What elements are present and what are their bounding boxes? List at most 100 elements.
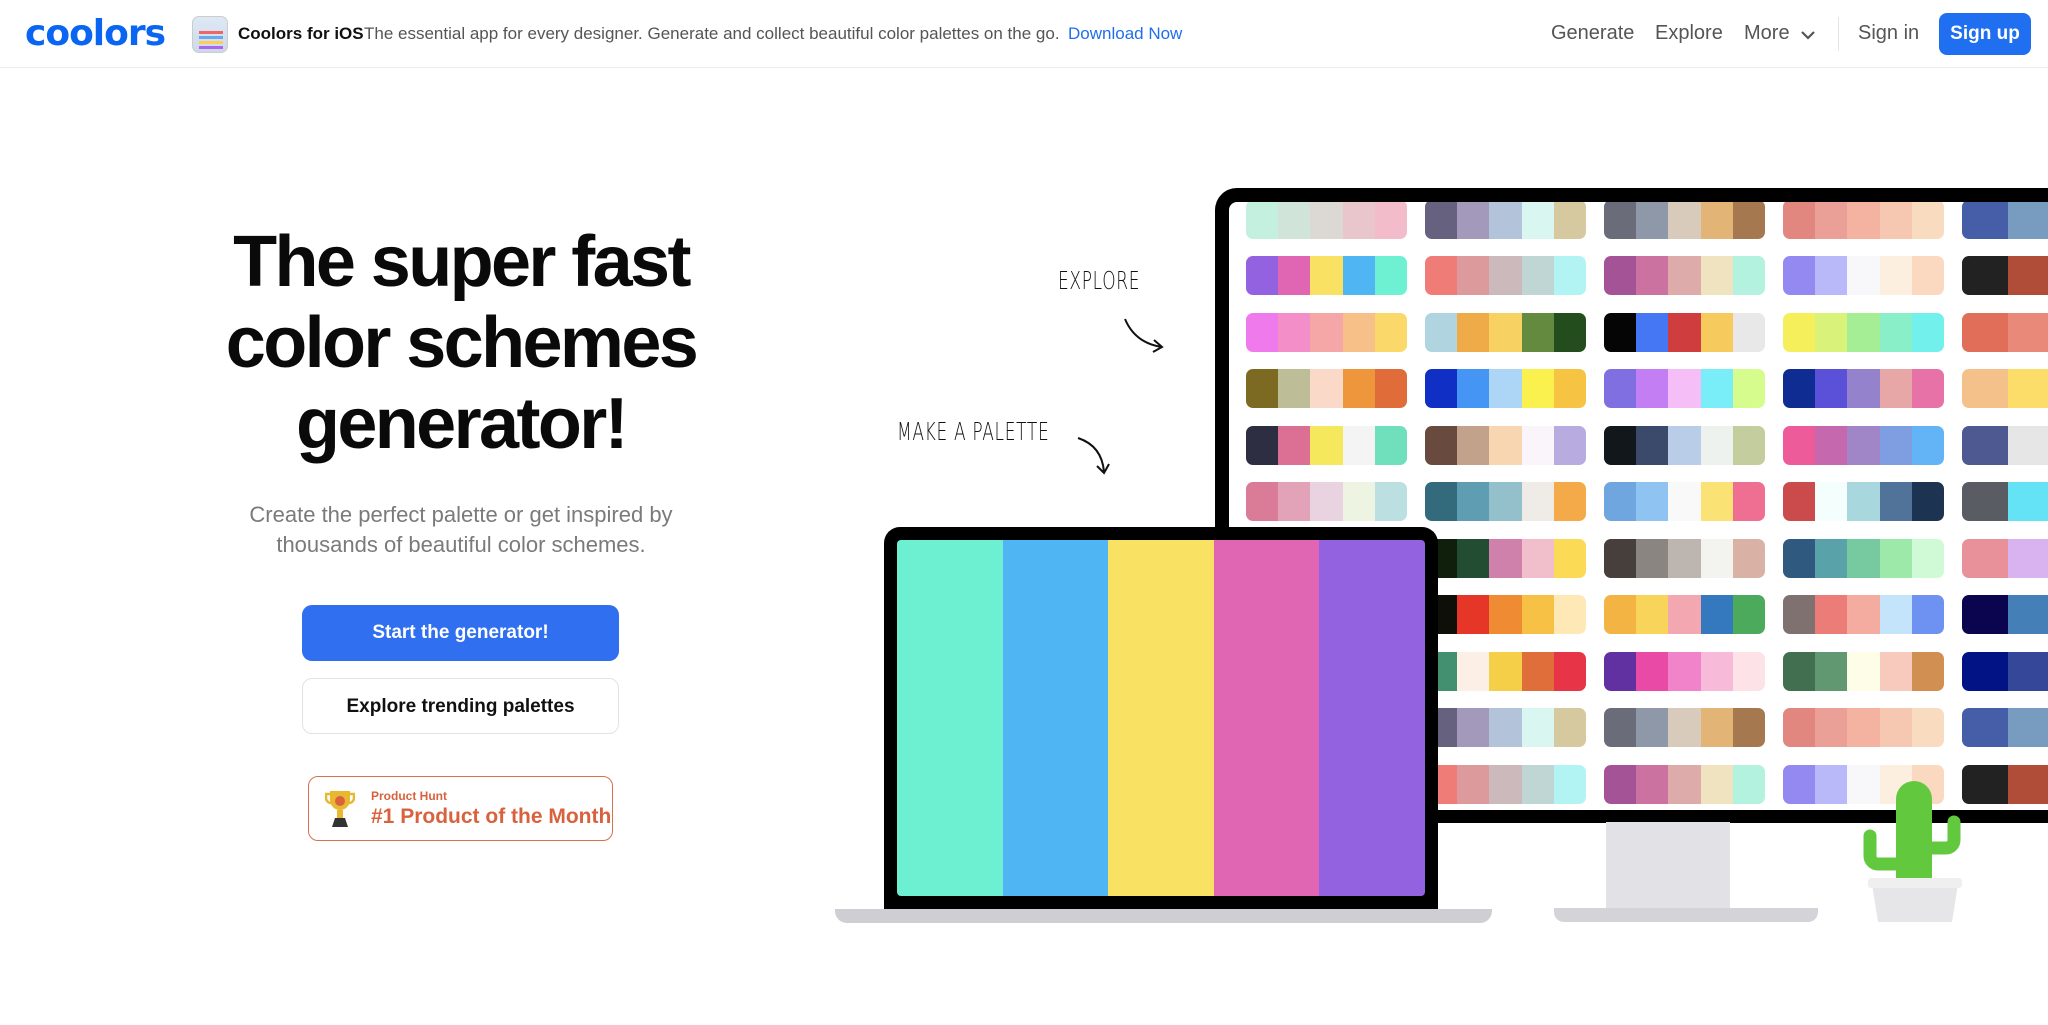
color-swatch <box>1553 425 1586 465</box>
headline-line: The super fast <box>233 222 691 302</box>
color-swatch <box>1246 312 1279 352</box>
sign-up-button[interactable]: Sign up <box>1939 13 2031 55</box>
palette-card <box>1783 425 1944 465</box>
color-swatch <box>1342 312 1375 352</box>
color-swatch <box>1278 425 1311 465</box>
chevron-down-icon[interactable] <box>1800 29 1816 41</box>
color-swatch <box>1911 595 1944 634</box>
color-swatch <box>1310 425 1343 465</box>
sign-in-link[interactable]: Sign in <box>1858 22 1919 45</box>
color-swatch <box>2007 651 2048 691</box>
color-swatch <box>1636 482 1669 521</box>
color-swatch <box>1278 312 1311 352</box>
palette-card <box>1962 425 2048 465</box>
palette-card <box>1783 202 1944 239</box>
nav-generate[interactable]: Generate <box>1551 22 1634 45</box>
palette-card <box>1425 482 1586 521</box>
explore-trending-button[interactable]: Explore trending palettes <box>302 678 619 734</box>
color-swatch <box>1847 425 1880 465</box>
color-swatch <box>1457 312 1490 352</box>
color-swatch <box>1700 202 1733 239</box>
color-swatch <box>1783 482 1816 521</box>
color-swatch <box>1847 312 1880 352</box>
color-swatch <box>1783 312 1816 352</box>
product-hunt-badge[interactable]: Product Hunt #1 Product of the Month <box>308 776 613 841</box>
color-swatch <box>1636 595 1669 634</box>
palette-card <box>1604 202 1765 239</box>
color-swatch <box>1732 202 1765 239</box>
ios-promo-description: The essential app for every designer. Ge… <box>364 24 1060 43</box>
color-swatch <box>1847 708 1880 747</box>
color-swatch <box>1342 425 1375 465</box>
ios-app-icon[interactable] <box>192 16 228 53</box>
color-swatch <box>1246 369 1279 408</box>
color-swatch <box>1700 482 1733 521</box>
color-swatch <box>1847 369 1880 408</box>
palette-card <box>1246 425 1407 465</box>
color-swatch <box>1636 708 1669 747</box>
color-swatch <box>1374 369 1407 408</box>
color-swatch <box>1879 708 1912 747</box>
color-swatch <box>2007 764 2048 804</box>
color-swatch <box>1668 764 1701 804</box>
color-swatch <box>1815 482 1848 521</box>
color-swatch <box>1668 708 1701 747</box>
color-swatch <box>1457 425 1490 465</box>
color-swatch <box>1732 651 1765 691</box>
color-swatch <box>1246 202 1279 239</box>
color-swatch <box>1700 369 1733 408</box>
explore-annotation: EXPLORE <box>1058 266 1141 295</box>
color-swatch <box>1553 312 1586 352</box>
color-swatch <box>1700 708 1733 747</box>
nav-explore[interactable]: Explore <box>1655 22 1723 45</box>
palette-card <box>1962 312 2048 352</box>
color-swatch <box>1489 651 1522 691</box>
color-swatch <box>1962 651 2008 691</box>
color-swatch <box>1636 202 1669 239</box>
start-generator-button[interactable]: Start the generator! <box>302 605 619 661</box>
color-swatch <box>1879 312 1912 352</box>
color-swatch <box>1425 369 1458 408</box>
color-swatch <box>1879 369 1912 408</box>
color-swatch <box>1783 202 1816 239</box>
color-swatch <box>1911 256 1944 295</box>
color-swatch <box>1962 312 2008 352</box>
color-swatch <box>1425 202 1458 239</box>
color-swatch <box>1815 708 1848 747</box>
download-now-link[interactable]: Download Now <box>1068 24 1182 44</box>
palette-card <box>1604 256 1765 295</box>
coolors-logo[interactable]: coolors <box>25 13 166 54</box>
color-swatch <box>1310 202 1343 239</box>
color-swatch <box>1732 425 1765 465</box>
color-swatch <box>1553 595 1586 634</box>
color-swatch <box>1962 425 2008 465</box>
color-swatch <box>1636 425 1669 465</box>
color-swatch <box>1911 482 1944 521</box>
color-swatch <box>1457 708 1490 747</box>
color-swatch <box>1668 482 1701 521</box>
palette-card <box>1425 708 1586 747</box>
palette-card <box>1246 256 1407 295</box>
color-swatch <box>1604 312 1637 352</box>
monitor-stand-base <box>1554 908 1818 922</box>
palette-card <box>1783 651 1944 691</box>
color-swatch <box>1879 202 1912 239</box>
color-swatch <box>1457 256 1490 295</box>
color-swatch <box>1457 482 1490 521</box>
color-swatch <box>1553 538 1586 578</box>
color-swatch <box>1521 595 1554 634</box>
palette-card <box>1604 764 1765 804</box>
color-swatch <box>1278 256 1311 295</box>
color-swatch <box>1783 256 1816 295</box>
color-swatch <box>1783 651 1816 691</box>
color-swatch <box>1374 202 1407 239</box>
color-swatch <box>1489 708 1522 747</box>
color-swatch <box>1374 482 1407 521</box>
color-swatch <box>1783 708 1816 747</box>
color-swatch <box>1732 708 1765 747</box>
nav-more[interactable]: More <box>1744 22 1790 45</box>
palette-card <box>1962 651 2048 691</box>
color-swatch <box>1732 482 1765 521</box>
color-swatch <box>1732 369 1765 408</box>
color-swatch <box>1342 202 1375 239</box>
